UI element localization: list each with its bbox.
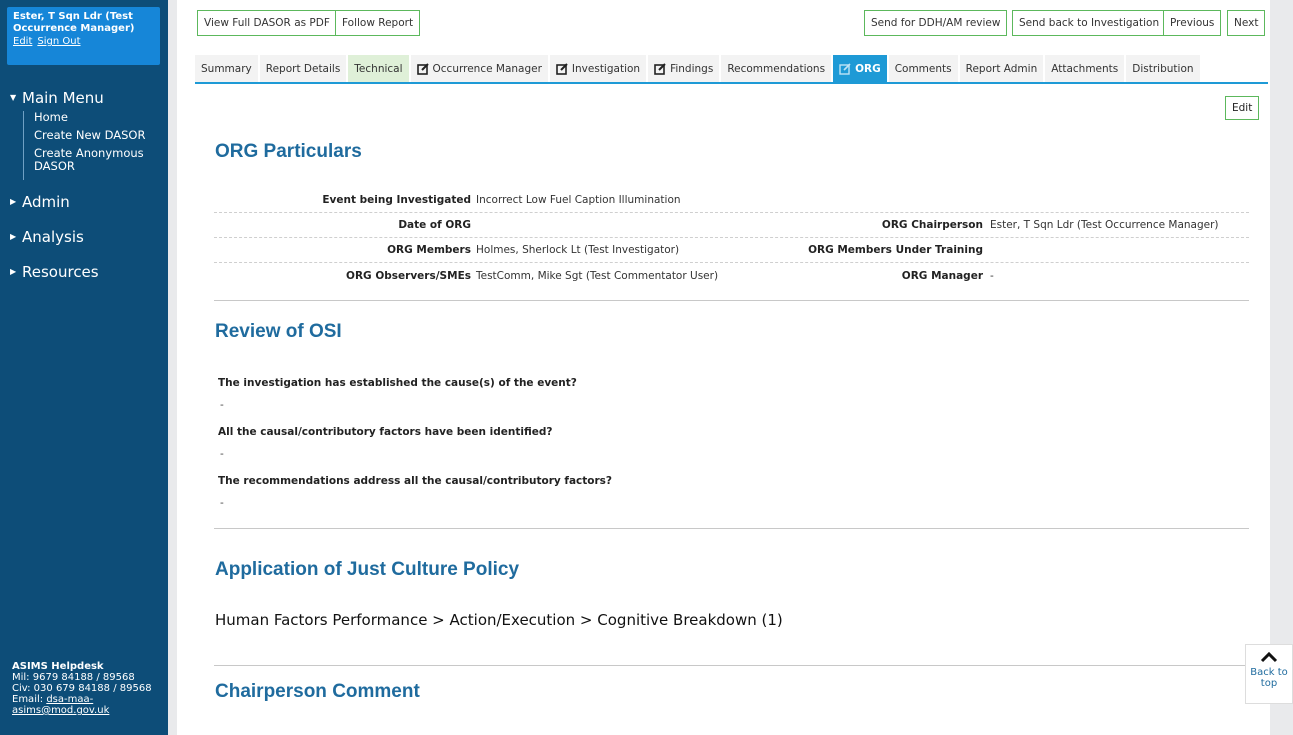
main-menu-items: Home Create New DASOR Create Anonymous D…	[23, 111, 160, 180]
particulars-row: ORG Members Holmes, Sherlock Lt (Test In…	[214, 238, 1249, 263]
section-title-chairperson-comment: Chairperson Comment	[215, 681, 420, 702]
send-back-investigation-button[interactable]: Send back to Investigation	[1012, 10, 1167, 36]
tab-technical[interactable]: Technical	[348, 55, 409, 82]
chevron-up-icon	[1260, 651, 1278, 663]
admin-label: Admin	[22, 193, 70, 211]
tab-investigation[interactable]: Investigation	[549, 55, 647, 82]
resources-label: Resources	[22, 263, 99, 281]
helpdesk-civ: Civ: 030 679 84188 / 89568	[12, 683, 152, 694]
review-question-3: The recommendations address all the caus…	[218, 475, 613, 487]
tab-report-details[interactable]: Report Details	[259, 55, 347, 82]
tab-investigation-label: Investigation	[571, 62, 641, 75]
review-question-2: All the causal/contributory factors have…	[218, 426, 553, 438]
next-button[interactable]: Next	[1227, 10, 1266, 36]
manager-value: -	[990, 269, 994, 282]
review-answer-1: -	[220, 399, 224, 411]
chairperson-label: ORG Chairperson	[881, 219, 983, 231]
particulars-row: Date of ORG ORG Chairperson Ester, T Sqn…	[214, 213, 1249, 238]
tab-summary[interactable]: Summary	[195, 55, 258, 82]
date-label: Date of ORG	[398, 219, 471, 231]
members-training-label: ORG Members Under Training	[808, 244, 983, 256]
edit-button[interactable]: Edit	[1225, 96, 1260, 120]
tab-occurrence-manager[interactable]: Occurrence Manager	[410, 55, 548, 82]
section-title-review-osi: Review of OSI	[215, 321, 342, 342]
resources-menu-toggle[interactable]: ▶ Resources	[10, 262, 160, 282]
tab-bar: Summary Report Details Technical Occurre…	[195, 55, 1202, 82]
section-divider	[214, 300, 1249, 301]
menu-item-create-anonymous-dasor[interactable]: Create Anonymous DASOR	[34, 147, 160, 173]
edit-profile-link[interactable]: Edit	[13, 36, 32, 47]
sidebar: Ester, T Sqn Ldr (Test Occurrence Manage…	[0, 0, 168, 735]
event-value: Incorrect Low Fuel Caption Illumination	[476, 194, 681, 206]
tab-org-label: ORG	[855, 62, 881, 75]
caret-right-icon: ▶	[10, 267, 17, 276]
tab-findings-label: Findings	[670, 62, 714, 75]
helpdesk-email-label: Email:	[12, 694, 44, 705]
particulars-row: Event being Investigated Incorrect Low F…	[214, 188, 1249, 213]
helpdesk-title: ASIMS Helpdesk	[12, 661, 104, 672]
members-label: ORG Members	[387, 244, 471, 256]
analysis-menu-toggle[interactable]: ▶ Analysis	[10, 227, 160, 247]
sign-out-link[interactable]: Sign Out	[37, 36, 80, 47]
observers-value: TestComm, Mike Sgt (Test Commentator Use…	[476, 269, 719, 282]
particulars-row: ORG Observers/SMEs TestComm, Mike Sgt (T…	[214, 263, 1249, 288]
main-menu-toggle[interactable]: ▼ Main Menu	[10, 88, 160, 108]
analysis-label: Analysis	[22, 228, 84, 246]
section-divider	[214, 665, 1249, 666]
main-navigation: ▼ Main Menu Home Create New DASOR Create…	[10, 88, 160, 282]
main-panel: View Full DASOR as PDF Follow Report Sen…	[177, 0, 1270, 735]
follow-report-button[interactable]: Follow Report	[335, 10, 421, 36]
back-to-top-label: Back to top	[1250, 667, 1288, 689]
review-answer-2: -	[220, 448, 224, 460]
previous-button[interactable]: Previous	[1163, 10, 1222, 36]
edit-icon	[416, 62, 429, 75]
section-divider	[214, 528, 1249, 529]
helpdesk-mil: Mil: 9679 84188 / 89568	[12, 672, 135, 683]
caret-down-icon: ▼	[10, 93, 17, 102]
review-answer-3: -	[220, 497, 224, 509]
tab-comments[interactable]: Comments	[888, 55, 958, 82]
tab-recommendations[interactable]: Recommendations	[721, 55, 832, 82]
tab-distribution[interactable]: Distribution	[1126, 55, 1200, 82]
event-label: Event being Investigated	[322, 194, 471, 206]
caret-right-icon: ▶	[10, 232, 17, 241]
observers-label: ORG Observers/SMEs	[346, 269, 471, 282]
tab-findings[interactable]: Findings	[648, 55, 720, 82]
edit-icon	[839, 62, 851, 75]
tab-report-admin[interactable]: Report Admin	[959, 55, 1044, 82]
back-to-top-button[interactable]: Back to top	[1245, 644, 1293, 704]
menu-item-home[interactable]: Home	[34, 111, 160, 124]
send-ddh-review-button[interactable]: Send for DDH/AM review	[864, 10, 1008, 36]
manager-label: ORG Manager	[901, 269, 983, 282]
view-pdf-button[interactable]: View Full DASOR as PDF	[197, 10, 337, 36]
members-value: Holmes, Sherlock Lt (Test Investigator)	[476, 244, 680, 256]
review-question-1: The investigation has established the ca…	[218, 377, 577, 389]
caret-right-icon: ▶	[10, 197, 17, 206]
menu-item-create-new-dasor[interactable]: Create New DASOR	[34, 129, 160, 142]
chairperson-value: Ester, T Sqn Ldr (Test Occurrence Manage…	[990, 219, 1219, 231]
main-menu-label: Main Menu	[22, 89, 104, 107]
admin-menu-toggle[interactable]: ▶ Admin	[10, 192, 160, 212]
user-name: Ester, T Sqn Ldr (Test Occurrence Manage…	[13, 11, 135, 34]
tab-org[interactable]: ORG	[833, 55, 887, 82]
edit-icon	[556, 62, 568, 75]
org-particulars-table: Event being Investigated Incorrect Low F…	[214, 188, 1249, 288]
tab-occurrence-manager-label: Occurrence Manager	[432, 62, 542, 75]
human-factors-classification: Human Factors Performance > Action/Execu…	[215, 611, 783, 629]
section-title-just-culture: Application of Just Culture Policy	[215, 559, 520, 580]
user-box: Ester, T Sqn Ldr (Test Occurrence Manage…	[7, 7, 160, 65]
section-title-org-particulars: ORG Particulars	[215, 141, 362, 162]
edit-icon	[654, 62, 666, 75]
tab-underline	[195, 82, 1268, 84]
helpdesk-info: ASIMS Helpdesk Mil: 9679 84188 / 89568 C…	[12, 661, 162, 716]
tab-attachments[interactable]: Attachments	[1045, 55, 1125, 82]
